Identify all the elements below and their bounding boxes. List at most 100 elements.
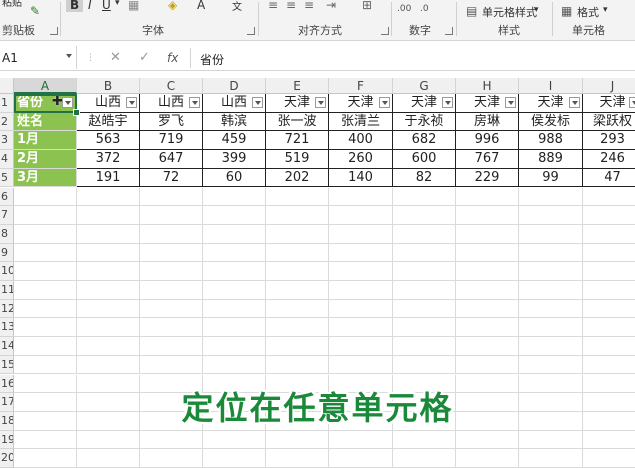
empty-cell[interactable] xyxy=(266,224,329,244)
column-header-h[interactable]: H xyxy=(456,78,519,94)
cell-styles-dropdown-icon[interactable]: ▾ xyxy=(534,5,539,15)
empty-cell[interactable] xyxy=(140,430,203,450)
empty-cell[interactable] xyxy=(329,224,393,244)
empty-cell[interactable] xyxy=(14,262,77,281)
empty-cell[interactable] xyxy=(14,243,77,263)
cell-f1[interactable]: 天津 xyxy=(329,94,393,113)
cell-c3[interactable]: 719 xyxy=(140,131,203,151)
empty-cell[interactable] xyxy=(393,224,456,244)
cell-b2[interactable]: 赵皓宇 xyxy=(77,112,140,132)
cell-i4[interactable]: 889 xyxy=(519,150,583,169)
filter-dropdown-icon[interactable] xyxy=(189,97,200,108)
fill-color-icon[interactable]: ◈ xyxy=(168,0,177,12)
empty-cell[interactable] xyxy=(583,188,635,207)
cell-styles-button[interactable]: 单元格样式 xyxy=(482,4,537,20)
empty-cell[interactable] xyxy=(203,430,266,450)
empty-cell[interactable] xyxy=(456,337,519,356)
row-header-7[interactable]: 7 xyxy=(0,206,14,225)
phonetic-icon[interactable]: 文 xyxy=(232,0,242,13)
empty-cell[interactable] xyxy=(393,187,456,207)
row-header-5[interactable]: 5 xyxy=(0,168,14,188)
cell-j4[interactable]: 246 xyxy=(583,150,635,169)
empty-cell[interactable] xyxy=(456,430,519,450)
row-header-4[interactable]: 4 xyxy=(0,150,14,169)
empty-cell[interactable] xyxy=(329,430,393,450)
align-left-icon[interactable]: ≡ xyxy=(268,0,278,12)
empty-cell[interactable] xyxy=(203,337,266,356)
cell-a2[interactable]: 姓名 xyxy=(14,112,77,132)
cell-a4[interactable]: 2月 xyxy=(14,150,77,169)
empty-cell[interactable] xyxy=(77,430,140,450)
format-painter-icon[interactable]: ✎ xyxy=(30,4,40,18)
empty-cell[interactable] xyxy=(14,318,77,338)
cell-i2[interactable]: 侯发标 xyxy=(519,112,583,132)
empty-cell[interactable] xyxy=(77,355,140,375)
cell-c1[interactable]: 山西 xyxy=(140,94,203,113)
column-header-b[interactable]: B xyxy=(77,78,140,94)
empty-cell[interactable] xyxy=(14,299,77,319)
empty-cell[interactable] xyxy=(266,281,329,300)
row-header-9[interactable]: 9 xyxy=(0,243,14,263)
cell-e3[interactable]: 721 xyxy=(266,131,329,151)
number-launcher-icon[interactable] xyxy=(445,27,453,35)
empty-cell[interactable] xyxy=(519,318,583,338)
cell-c4[interactable]: 647 xyxy=(140,150,203,169)
formula-value[interactable]: 省份 xyxy=(200,51,224,68)
empty-cell[interactable] xyxy=(203,187,266,207)
empty-cell[interactable] xyxy=(329,299,393,319)
empty-cell[interactable] xyxy=(393,206,456,225)
empty-cell[interactable] xyxy=(266,318,329,338)
row-header-15[interactable]: 15 xyxy=(0,355,14,375)
cell-a5[interactable]: 3月 xyxy=(14,168,77,188)
empty-cell[interactable] xyxy=(456,355,519,375)
row-header-8[interactable]: 8 xyxy=(0,224,14,244)
empty-cell[interactable] xyxy=(393,355,456,375)
column-header-i[interactable]: I xyxy=(519,78,583,94)
cell-e1[interactable]: 天津 xyxy=(266,94,329,113)
empty-cell[interactable] xyxy=(140,337,203,356)
empty-cell[interactable] xyxy=(77,206,140,225)
empty-cell[interactable] xyxy=(583,206,635,225)
empty-cell[interactable] xyxy=(266,243,329,263)
bold-button[interactable]: B xyxy=(66,0,84,12)
empty-cell[interactable] xyxy=(519,262,583,281)
empty-cell[interactable] xyxy=(393,337,456,356)
chevron-down-icon[interactable] xyxy=(66,54,72,58)
empty-cell[interactable] xyxy=(329,281,393,300)
cell-c5[interactable]: 72 xyxy=(140,168,203,188)
empty-cell[interactable] xyxy=(203,299,266,319)
row-header-6[interactable]: 6 xyxy=(0,187,14,207)
empty-cell[interactable] xyxy=(329,243,393,263)
filter-dropdown-icon[interactable] xyxy=(442,97,453,108)
empty-cell[interactable] xyxy=(393,262,456,281)
cell-e2[interactable]: 张一波 xyxy=(266,112,329,132)
filter-dropdown-icon[interactable] xyxy=(379,97,390,108)
cell-d4[interactable]: 399 xyxy=(203,150,266,169)
cell-f3[interactable]: 400 xyxy=(329,131,393,151)
empty-cell[interactable] xyxy=(583,262,635,281)
empty-cell[interactable] xyxy=(583,337,635,356)
empty-cell[interactable] xyxy=(519,281,583,300)
filter-dropdown-icon[interactable] xyxy=(62,97,73,108)
paste-label[interactable]: 粘贴 xyxy=(2,0,22,9)
empty-cell[interactable] xyxy=(583,356,635,375)
cancel-icon[interactable]: ✕ xyxy=(110,50,121,65)
empty-cell[interactable] xyxy=(140,224,203,244)
cell-d5[interactable]: 60 xyxy=(203,168,266,188)
empty-cell[interactable] xyxy=(140,281,203,300)
empty-cell[interactable] xyxy=(203,206,266,225)
empty-cell[interactable] xyxy=(393,243,456,263)
empty-cell[interactable] xyxy=(140,262,203,281)
cell-c2[interactable]: 罗飞 xyxy=(140,112,203,132)
cell-i3[interactable]: 988 xyxy=(519,131,583,151)
cell-h3[interactable]: 996 xyxy=(456,131,519,151)
empty-cell[interactable] xyxy=(203,355,266,375)
empty-cell[interactable] xyxy=(203,224,266,244)
empty-cell[interactable] xyxy=(77,449,140,468)
row-header-19[interactable]: 19 xyxy=(0,430,14,450)
empty-cell[interactable] xyxy=(456,187,519,207)
filter-dropdown-icon[interactable] xyxy=(505,97,516,108)
cell-d3[interactable]: 459 xyxy=(203,131,266,151)
row-header-3[interactable]: 3 xyxy=(0,131,14,151)
empty-cell[interactable] xyxy=(203,449,266,468)
